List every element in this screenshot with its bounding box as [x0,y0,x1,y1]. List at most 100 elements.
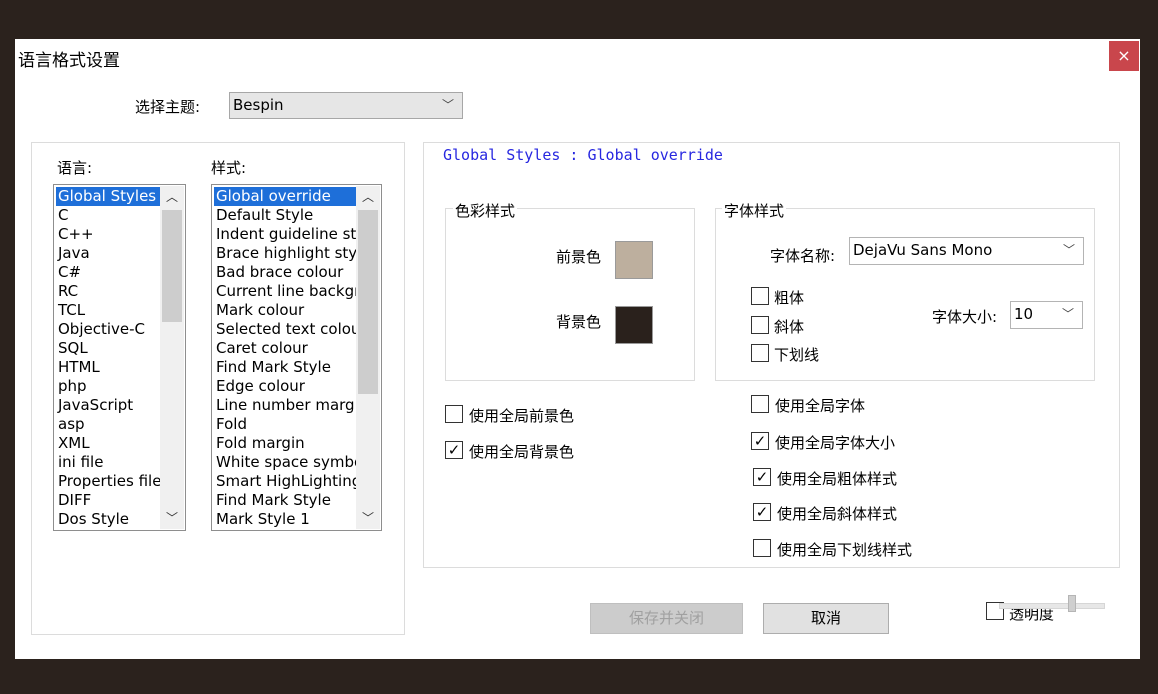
list-item[interactable]: TCL [56,301,167,320]
list-item[interactable]: Properties file [56,472,167,491]
cancel-button[interactable]: 取消 [763,603,889,634]
font-style-label: 字体样式 [722,200,787,221]
list-item[interactable]: Objective-C [56,320,167,339]
list-item[interactable]: Smart HighLighting [214,472,363,491]
theme-label: 选择主题: [135,98,201,116]
use-global-fg-checkbox[interactable] [445,405,463,423]
scroll-thumb[interactable] [358,210,378,394]
language-list-scrollbar[interactable]: ︿ ﹀ [160,186,184,529]
list-item[interactable]: Current line backgro [214,282,363,301]
list-item[interactable]: DIFF [56,491,167,510]
use-global-font-size-checkbox[interactable]: ✓ [751,432,769,450]
list-item[interactable]: Default Style [214,206,363,225]
checkmark-icon: ✓ [447,441,461,459]
list-item[interactable]: Dos Style [56,510,167,529]
font-style-group [715,208,1095,381]
close-button[interactable]: × [1109,41,1139,71]
list-item[interactable]: Edge colour [214,377,363,396]
italic-checkbox[interactable] [751,316,769,334]
font-size-value: 10 [1014,305,1034,323]
list-item[interactable]: Global Styles [56,187,167,206]
list-item[interactable]: C++ [56,225,167,244]
checkmark-icon: ✓ [753,432,767,450]
list-item[interactable]: Global override [214,187,363,206]
language-list-items: Global Styles C C++ Java C# RC TCL Objective-C S… [56,187,167,529]
transparency-slider-thumb[interactable] [1068,595,1076,612]
list-item[interactable]: White space symbol [214,453,363,472]
use-global-font-label: 使用全局字体 [775,397,866,415]
list-item[interactable]: SQL [56,339,167,358]
chevron-down-icon: ﹀ [1062,243,1075,257]
font-size-label: 字体大小: [932,308,998,326]
scroll-up-icon[interactable]: ︿ [356,186,380,208]
underline-label: 下划线 [774,346,820,364]
checkmark-icon: ✓ [755,503,769,521]
color-style-group [445,208,695,381]
list-item[interactable]: Indent guideline sty [214,225,363,244]
style-configurator-dialog: 语言格式设置 × 选择主题: Bespin ﹀ 语言: 样式: Global S… [15,39,1140,659]
list-item[interactable]: Mark Style 1 [214,510,363,529]
scroll-down-icon[interactable]: ﹀ [160,507,184,529]
list-item[interactable]: Brace highlight style [214,244,363,263]
underline-checkbox[interactable] [751,344,769,362]
background-color-swatch[interactable] [615,306,653,344]
style-list[interactable]: Global override Default Style Indent guide… [211,184,382,531]
use-global-fg-label: 使用全局前景色 [469,407,575,425]
list-item[interactable]: Java [56,244,167,263]
transparency-slider-track[interactable] [999,603,1105,609]
use-global-bg-label: 使用全局背景色 [469,443,575,461]
use-global-underline-checkbox[interactable] [753,539,771,557]
list-item[interactable]: Mark colour [214,301,363,320]
list-item[interactable]: RC [56,282,167,301]
theme-select[interactable]: Bespin ﹀ [229,92,463,119]
list-item[interactable]: Line number margi [214,396,363,415]
bold-label: 粗体 [774,289,805,307]
foreground-label: 前景色 [556,248,602,266]
list-item[interactable]: ini file [56,453,167,472]
list-item[interactable]: XML [56,434,167,453]
use-global-bold-label: 使用全局粗体样式 [777,470,898,488]
list-item[interactable]: C# [56,263,167,282]
font-name-label: 字体名称: [770,247,836,265]
scroll-up-icon[interactable]: ︿ [160,186,184,208]
list-item[interactable]: Fold [214,415,363,434]
font-size-select[interactable]: 10 ﹀ [1010,301,1083,329]
scroll-thumb[interactable] [162,210,182,322]
language-label: 语言: [57,159,93,177]
save-close-button[interactable]: 保存并关闭 [590,603,743,634]
color-style-label: 色彩样式 [453,200,518,221]
list-item[interactable]: HTML [56,358,167,377]
language-list[interactable]: Global Styles C C++ Java C# RC TCL Objective-C S… [53,184,186,531]
list-item[interactable]: Find Mark Style [214,491,363,510]
list-item[interactable]: Selected text colour [214,320,363,339]
font-name-value: DejaVu Sans Mono [853,241,993,259]
font-name-select[interactable]: DejaVu Sans Mono ﹀ [849,237,1084,265]
style-heading: Global Styles : Global override [443,146,723,164]
use-global-italic-checkbox[interactable]: ✓ [753,503,771,521]
italic-label: 斜体 [774,318,805,336]
chevron-down-icon: ﹀ [441,98,454,112]
foreground-color-swatch[interactable] [615,241,653,279]
style-list-scrollbar[interactable]: ︿ ﹀ [356,186,380,529]
bold-checkbox[interactable] [751,287,769,305]
list-item[interactable]: Caret colour [214,339,363,358]
list-item[interactable]: Bad brace colour [214,263,363,282]
use-global-font-size-label: 使用全局字体大小 [775,434,896,452]
style-list-items: Global override Default Style Indent guide… [214,187,363,529]
list-item[interactable]: Find Mark Style [214,358,363,377]
use-global-bg-checkbox[interactable]: ✓ [445,441,463,459]
style-label: 样式: [211,159,247,177]
list-item[interactable]: Fold margin [214,434,363,453]
list-item[interactable]: JavaScript [56,396,167,415]
background-label: 背景色 [556,313,602,331]
scroll-down-icon[interactable]: ﹀ [356,507,380,529]
list-item[interactable]: php [56,377,167,396]
use-global-font-checkbox[interactable] [751,395,769,413]
checkmark-icon: ✓ [755,468,769,486]
chevron-down-icon: ﹀ [1061,307,1074,321]
use-global-bold-checkbox[interactable]: ✓ [753,468,771,486]
list-item[interactable]: C [56,206,167,225]
list-item[interactable]: asp [56,415,167,434]
use-global-italic-label: 使用全局斜体样式 [777,505,898,523]
dialog-title: 语言格式设置 [18,51,120,71]
